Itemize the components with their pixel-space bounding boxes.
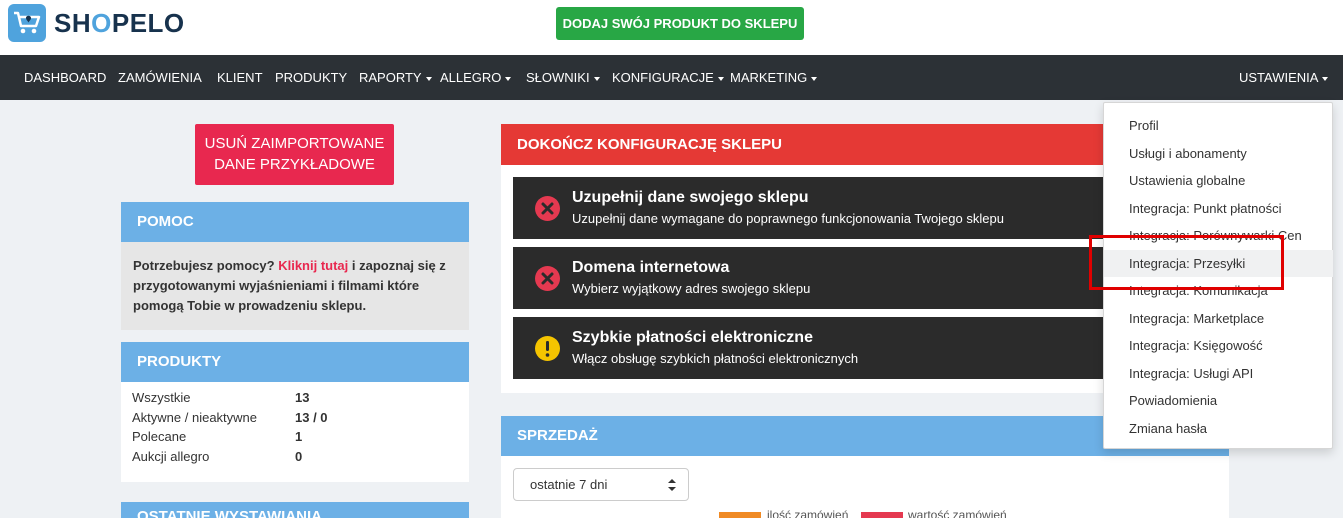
nav-client[interactable]: KLIENT — [217, 55, 263, 100]
top-bar: SHOPELO DODAJ SWÓJ PRODUKT DO SKLEPU — [0, 0, 1343, 55]
help-text: Potrzebujesz pomocy? Kliknij tutaj i zap… — [121, 242, 469, 330]
delete-demo-label-line2: DANE PRZYKŁADOWE — [214, 156, 375, 173]
main-nav: DASHBOARD ZAMÓWIENIA KLIENT PRODUKTY RAP… — [0, 55, 1343, 100]
cart-icon — [8, 4, 46, 42]
menu-item-change-password[interactable]: Zmiana hasła — [1104, 415, 1333, 443]
delete-demo-label-line1: USUŃ ZAIMPORTOWANE — [204, 135, 385, 152]
task-title: Uzupełnij dane swojego sklepu — [572, 189, 809, 206]
nav-configurations[interactable]: KONFIGURACJE — [612, 55, 724, 100]
task-store-data[interactable]: Uzupełnij dane swojego sklepu Uzupełnij … — [513, 177, 1133, 239]
help-panel-title: POMOC — [121, 202, 469, 242]
task-title: Szybkie płatności elektroniczne — [572, 329, 813, 346]
nav-products[interactable]: PRODUKTY — [275, 55, 347, 100]
last-listings-title: OSTATNIE WYSTAWIANIA — [121, 502, 469, 518]
brand-name: SHOPELO — [54, 7, 185, 38]
task-description: Wybierz wyjątkowy adres swojego sklepu — [572, 281, 811, 296]
menu-item-accounting[interactable]: Integracja: Księgowość — [1104, 332, 1333, 360]
products-stats: Wszystkie 13 Aktywne / nieaktywne 13 / 0 P… — [121, 382, 469, 476]
stat-row: Aukcji allegro 0 — [132, 448, 303, 464]
help-panel: POMOC Potrzebujesz pomocy? Kliknij tutaj… — [121, 202, 469, 330]
task-payments[interactable]: Szybkie płatności elektroniczne Włącz ob… — [513, 317, 1133, 379]
chevron-down-icon — [717, 76, 724, 81]
task-description: Uzupełnij dane wymagane do poprawnego fu… — [572, 211, 1004, 226]
legend-swatch-orders — [719, 512, 761, 518]
add-product-button[interactable]: DODAJ SWÓJ PRODUKT DO SKLEPU — [556, 7, 804, 40]
menu-item-payments[interactable]: Integracja: Punkt płatności — [1104, 195, 1333, 223]
products-panel-title: PRODUKTY — [121, 342, 469, 382]
menu-item-api[interactable]: Integracja: Usługi API — [1104, 360, 1333, 388]
task-description: Włącz obsługę szybkich płatności elektro… — [572, 351, 859, 366]
chevron-down-icon — [811, 76, 818, 81]
period-select[interactable]: ostatnie 7 dni — [513, 468, 689, 501]
nav-marketing[interactable]: MARKETING — [730, 55, 818, 100]
stat-row: Polecane 1 — [132, 429, 303, 445]
error-icon — [535, 196, 560, 221]
legend-swatch-value — [861, 512, 903, 518]
task-title: Domena internetowa — [572, 259, 730, 276]
legend-label-value: wartość zamówień — [908, 508, 1007, 518]
menu-item-shipping[interactable]: Integracja: Przesyłki — [1104, 249, 1333, 277]
help-link[interactable]: Kliknij tutaj — [278, 258, 348, 273]
menu-item-profile[interactable]: Profil — [1104, 112, 1333, 140]
select-arrows-icon — [668, 479, 676, 491]
stat-row: Aktywne / nieaktywne 13 / 0 — [132, 409, 328, 425]
nav-orders[interactable]: ZAMÓWIENIA — [118, 55, 202, 100]
stat-row: Wszystkie 13 — [132, 390, 310, 405]
nav-allegro[interactable]: ALLEGRO — [440, 55, 512, 100]
nav-dashboard[interactable]: DASHBOARD — [24, 55, 106, 100]
nav-dictionaries[interactable]: SŁOWNIKI — [526, 55, 600, 100]
legend-label-orders: ilość zamówień — [767, 508, 849, 518]
menu-item-price-comparison[interactable]: Integracja: Porównywarki Cen — [1104, 222, 1333, 250]
menu-item-services[interactable]: Usługi i abonamenty — [1104, 140, 1333, 168]
warning-icon — [535, 336, 560, 361]
chevron-down-icon — [425, 76, 432, 81]
menu-item-global-settings[interactable]: Ustawienia globalne — [1104, 167, 1333, 195]
menu-item-communication[interactable]: Integracja: Komunikacja — [1104, 277, 1333, 305]
task-domain[interactable]: Domena internetowa Wybierz wyjątkowy adr… — [513, 247, 1133, 309]
menu-item-notifications[interactable]: Powiadomienia — [1104, 387, 1333, 415]
chevron-down-icon — [505, 76, 512, 81]
chevron-down-icon — [1322, 76, 1329, 81]
products-panel: PRODUKTY Wszystkie 13 Aktywne / nieaktywn… — [121, 342, 469, 482]
shopelo-logo[interactable]: SHOPELO — [8, 4, 185, 42]
nav-settings[interactable]: USTAWIENIA — [1239, 55, 1329, 100]
error-icon — [535, 266, 560, 291]
settings-dropdown: Profil Usługi i abonamenty Ustawienia gl… — [1103, 102, 1333, 449]
nav-reports[interactable]: RAPORTY — [359, 55, 432, 100]
delete-demo-data-button[interactable]: USUŃ ZAIMPORTOWANE DANE PRZYKŁADOWE — [195, 124, 394, 185]
menu-item-marketplace[interactable]: Integracja: Marketplace — [1104, 305, 1333, 333]
chevron-down-icon — [593, 76, 600, 81]
last-listings-panel: OSTATNIE WYSTAWIANIA — [121, 502, 469, 518]
